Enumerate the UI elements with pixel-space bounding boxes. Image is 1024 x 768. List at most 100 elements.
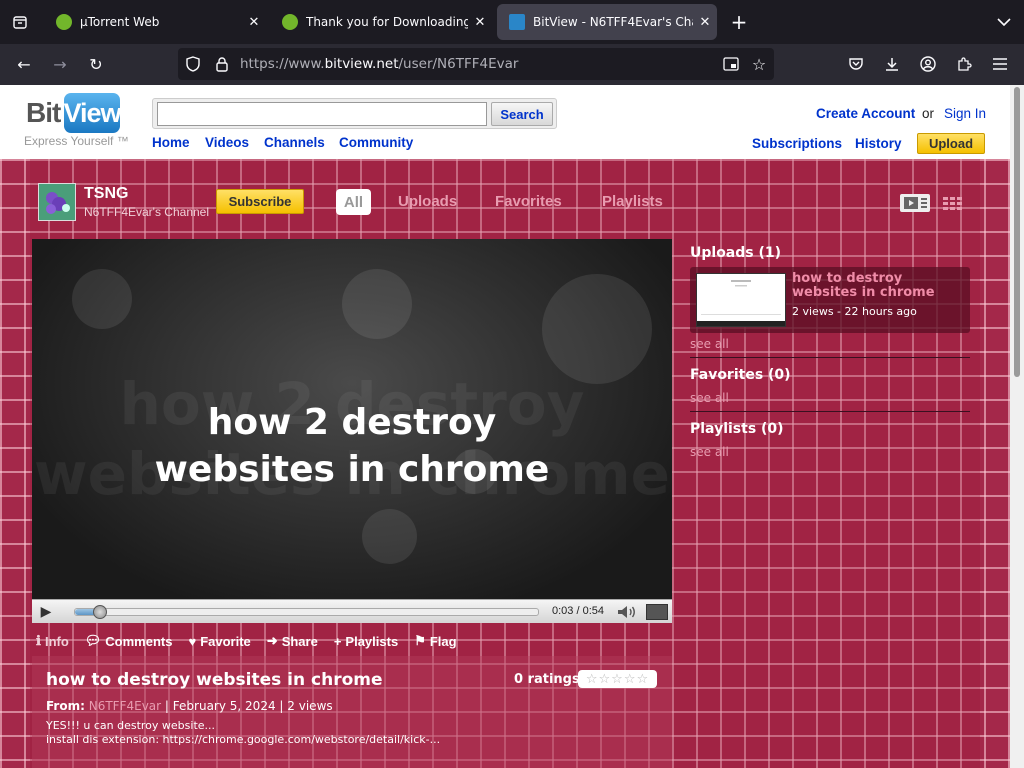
share-arrow-icon: ➜ — [266, 633, 278, 648]
search-bar: Search — [152, 98, 557, 129]
search-input[interactable] — [157, 102, 487, 126]
nav-community[interactable]: Community — [339, 135, 413, 150]
upload-card-title[interactable]: how to destroy websites in chrome — [792, 272, 964, 300]
grid-view-icon[interactable] — [938, 194, 968, 212]
divider — [690, 357, 970, 358]
upload-button[interactable]: Upload — [917, 133, 985, 154]
video-title: how to destroy websites in chrome — [46, 670, 383, 690]
create-account-link[interactable]: Create Account — [816, 106, 915, 121]
address-bar[interactable]: https://www.bitview.net/user/N6TFF4Evar … — [178, 48, 774, 80]
see-all-uploads-link[interactable]: see all — [690, 337, 729, 351]
menu-hamburger-icon[interactable] — [988, 52, 1012, 76]
bokeh-light — [342, 269, 412, 339]
description-line-2: install dis extension: https://chrome.go… — [46, 733, 441, 746]
flag-tab[interactable]: ⚑ Flag — [414, 631, 456, 651]
seek-bar[interactable] — [74, 605, 539, 619]
playlists-tab[interactable]: + Playlists — [334, 631, 398, 651]
plus-icon: + — [333, 633, 342, 649]
video-meta: From: N6TFF4Evar | February 5, 2024 | 2 … — [46, 699, 333, 713]
tab-uploads[interactable]: Uploads — [398, 193, 457, 210]
bookmark-star-icon[interactable]: ☆ — [750, 55, 768, 74]
url-text[interactable]: https://www.bitview.net/user/N6TFF4Evar — [240, 56, 518, 72]
video-player[interactable]: how 2 destroy websites in chrome how 2 de… — [32, 239, 672, 599]
info-tab[interactable]: ℹ Info — [36, 631, 69, 651]
fullscreen-icon[interactable] — [646, 604, 668, 620]
downloads-icon[interactable] — [880, 52, 904, 76]
reload-icon[interactable]: ↻ — [84, 52, 108, 76]
description-line-1: YES!!! u can destroy website... — [46, 719, 216, 732]
account-icon[interactable] — [916, 52, 940, 76]
nav-videos[interactable]: Videos — [205, 135, 249, 150]
player-controls: ▶ 0:03 / 0:54 — [32, 599, 672, 623]
history-link[interactable]: History — [855, 136, 902, 151]
share-tab[interactable]: ➜ Share — [267, 631, 318, 651]
time-display: 0:03 / 0:54 — [552, 605, 604, 617]
extensions-puzzle-icon[interactable] — [952, 52, 976, 76]
video-thumbnail[interactable] — [696, 273, 786, 327]
lock-icon[interactable] — [208, 56, 236, 72]
new-tab-icon[interactable]: + — [729, 10, 749, 34]
utorrent-icon — [56, 14, 72, 30]
author-link[interactable]: N6TFF4Evar — [89, 699, 161, 713]
tab-bitview[interactable]: BitView - N6TFF4Evar's Channel ✕ — [497, 4, 717, 40]
utorrent-icon — [282, 14, 298, 30]
seek-handle[interactable] — [93, 605, 108, 619]
separator: | — [164, 699, 169, 713]
from-label: From: — [46, 699, 85, 713]
uploads-heading: Uploads (1) — [690, 245, 782, 261]
comment-icon: 💬︎ — [84, 633, 102, 648]
share-label: Share — [281, 633, 318, 649]
tab-thank-you[interactable]: Thank you for Downloading µTorrent ✕ — [270, 4, 492, 40]
close-icon[interactable]: ✕ — [693, 15, 717, 30]
tab-overview-icon[interactable] — [10, 12, 30, 32]
back-arrow-icon[interactable]: ← — [12, 52, 36, 76]
tab-utorrent-web[interactable]: µTorrent Web ✕ — [44, 4, 266, 40]
url-domain: bitview.net — [324, 56, 399, 72]
subscribe-button[interactable]: Subscribe — [216, 189, 304, 214]
tab-title: BitView - N6TFF4Evar's Channel — [533, 15, 693, 29]
video-info: how to destroy websites in chrome 0 rati… — [32, 656, 672, 768]
tab-title: µTorrent Web — [80, 15, 160, 29]
logo-view: View — [63, 93, 122, 133]
info-icon: ℹ — [36, 633, 41, 648]
pocket-icon[interactable] — [844, 52, 868, 76]
see-all-playlists-link[interactable]: see all — [690, 445, 729, 459]
page-scrollbar[interactable] — [1010, 85, 1024, 768]
or-text: or — [922, 106, 935, 121]
shield-icon[interactable] — [178, 56, 208, 72]
nav-home[interactable]: Home — [152, 135, 190, 150]
tab-all[interactable]: All — [336, 189, 371, 215]
video-overlay-title: how 2 destroy websites in chrome — [32, 399, 672, 493]
search-button[interactable]: Search — [491, 102, 553, 126]
tab-favorites[interactable]: Favorites — [495, 193, 562, 210]
list-all-tabs-icon[interactable] — [994, 12, 1014, 32]
volume-icon[interactable] — [616, 603, 638, 621]
tab-playlists[interactable]: Playlists — [602, 193, 663, 210]
see-all-favorites-link[interactable]: see all — [690, 391, 729, 405]
url-prefix: https://www. — [240, 56, 325, 72]
heart-icon: ♥ — [188, 633, 197, 649]
playlists-label: Playlists — [345, 633, 399, 649]
close-icon[interactable]: ✕ — [468, 15, 492, 30]
bokeh-light — [362, 509, 417, 564]
channel-name: TSNG — [84, 185, 129, 202]
favorite-tab[interactable]: ♥ Favorite — [188, 631, 250, 651]
avatar[interactable] — [38, 183, 76, 221]
player-view-icon[interactable] — [900, 194, 930, 212]
forward-arrow-icon[interactable]: → — [48, 52, 72, 76]
reader-view-icon[interactable] — [722, 56, 740, 72]
divider — [690, 411, 970, 412]
subscriptions-link[interactable]: Subscriptions — [752, 136, 842, 151]
comments-tab[interactable]: 💬︎ Comments — [85, 631, 173, 651]
tab-title: Thank you for Downloading µTorrent — [306, 15, 468, 29]
upload-video-card[interactable]: how to destroy websites in chrome 2 view… — [690, 267, 970, 333]
close-icon[interactable]: ✕ — [242, 15, 266, 30]
play-icon[interactable]: ▶ — [32, 600, 60, 624]
channel-header: TSNG N6TFF4Evar's Channel Subscribe All … — [0, 159, 1010, 239]
star-rating[interactable]: ☆☆☆☆☆ — [578, 670, 657, 688]
web-page: Bit View Express Yourself ™ Search Home … — [0, 85, 1010, 768]
nav-channels[interactable]: Channels — [264, 135, 325, 150]
sign-in-link[interactable]: Sign In — [944, 106, 986, 121]
info-label: Info — [44, 633, 69, 649]
scrollbar-thumb[interactable] — [1014, 87, 1020, 377]
